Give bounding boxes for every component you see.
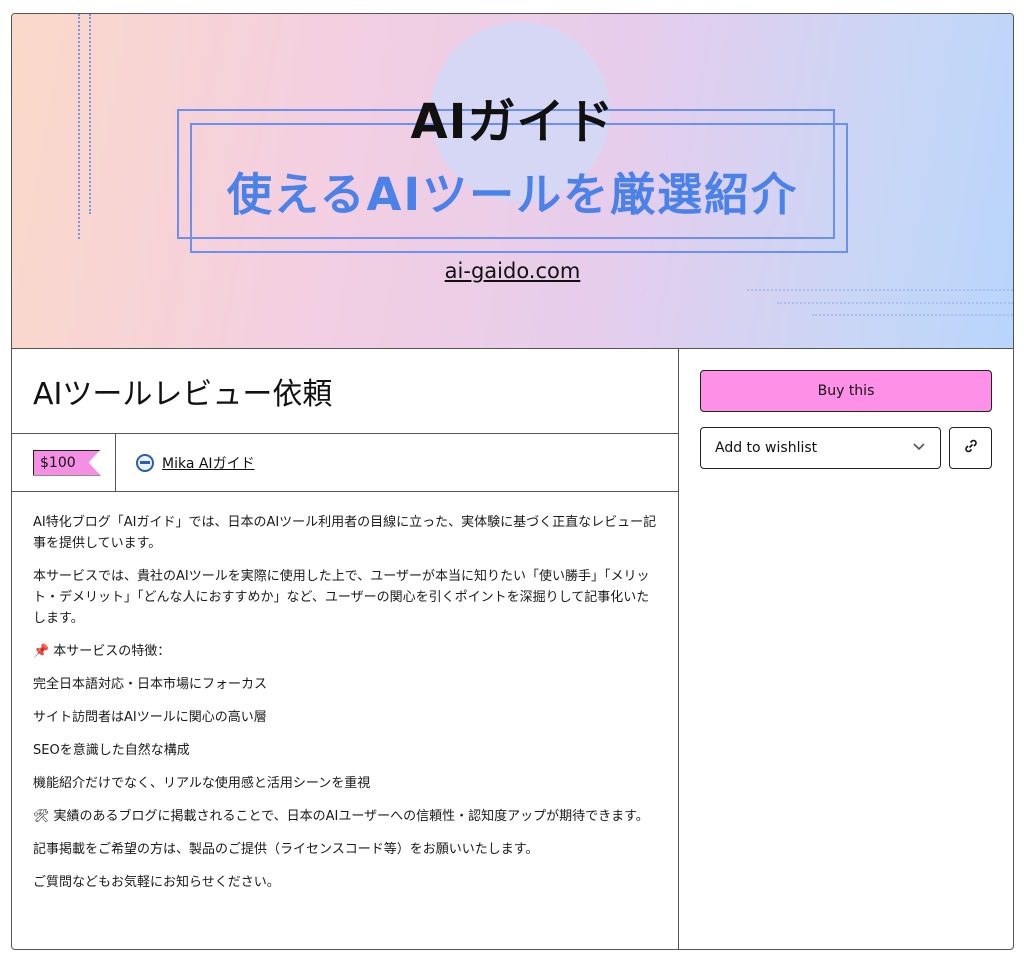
description-paragraph: AI特化ブログ「AIガイド」では、日本のAIツール利用者の目線に立った、実体験に… (33, 515, 657, 551)
banner-subtitle: 使えるAIツールを厳選紹介 (226, 168, 799, 221)
meta-row: $100 Mika AIガイド (12, 434, 678, 492)
seller-name[interactable]: Mika AIガイド (162, 453, 255, 473)
purchase-panel: Buy this Add to wishlist (679, 349, 1013, 949)
decor-line (747, 289, 1013, 291)
product-title: AIツールレビュー依頼 (33, 377, 333, 412)
banner-url: ai-gaido.com (444, 259, 581, 283)
seller-link[interactable]: Mika AIガイド (116, 434, 255, 491)
description: AI特化ブログ「AIガイド」では、日本のAIツール利用者の目線に立った、実体験に… (12, 492, 678, 893)
feature-item: サイト訪問者はAIツールに関心の高い層 (33, 710, 267, 725)
product-details: AIツールレビュー依頼 $100 Mika AIガイド AI特化ブログ「AIガイ… (12, 349, 679, 949)
banner-title: AIガイド (410, 94, 615, 150)
description-paragraph: 本サービスでは、貴社のAIツールを実際に使用した上で、ユーザーが本当に知りたい「… (33, 569, 650, 626)
copy-link-button[interactable] (949, 427, 992, 469)
description-paragraph: 🛠 実績のあるブログに掲載されることで、日本のAIユーザーへの信頼性・認知度アップ… (33, 809, 649, 824)
price-badge: $100 (33, 450, 101, 476)
decor-line (812, 314, 1013, 316)
pin-icon: 📌 (33, 644, 50, 659)
wishlist-label: Add to wishlist (715, 440, 818, 456)
add-to-wishlist-button[interactable]: Add to wishlist (700, 427, 941, 469)
description-paragraph: 📌 本サービスの特徴： (33, 644, 171, 659)
description-paragraph: ご質問などもお気軽にお知らせください。 (33, 875, 280, 890)
decor-line (777, 302, 1013, 304)
price-cell: $100 (12, 434, 116, 491)
tools-icon: 🛠 (33, 809, 50, 824)
buy-button[interactable]: Buy this (700, 370, 992, 412)
link-icon (963, 438, 979, 458)
feature-item: 機能紹介だけでなく、リアルな使用感と活用シーンを重視 (33, 776, 371, 791)
chevron-down-icon (912, 439, 926, 457)
product-card: AIガイド 使えるAIツールを厳選紹介 ai-gaido.com AIツールレビ… (11, 13, 1014, 950)
title-area: AIツールレビュー依頼 (12, 349, 678, 434)
cover-banner: AIガイド 使えるAIツールを厳選紹介 ai-gaido.com (12, 14, 1013, 349)
feature-item: SEOを意識した自然な構成 (33, 743, 190, 758)
avatar (136, 453, 154, 472)
description-paragraph: 記事掲載をご希望の方は、製品のご提供（ライセンスコード等）をお願いいたします。 (33, 842, 539, 857)
feature-item: 完全日本語対応・日本市場にフォーカス (33, 677, 268, 692)
